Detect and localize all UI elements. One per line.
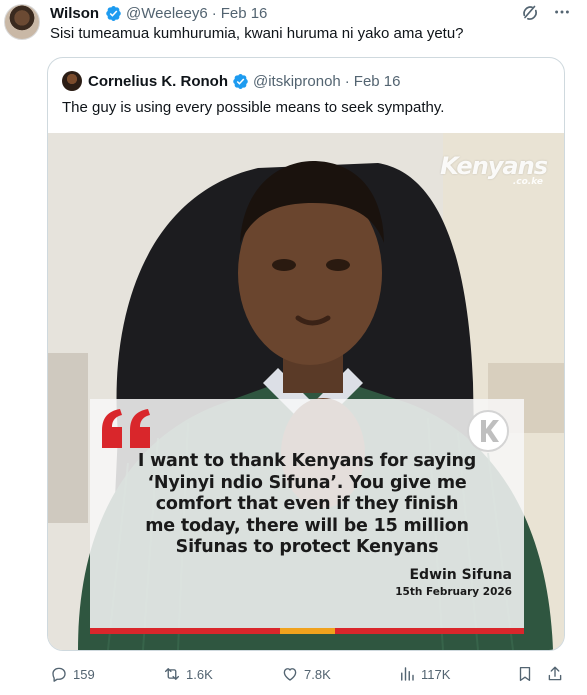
quoted-date[interactable]: Feb 16: [354, 73, 401, 90]
quoted-author-handle[interactable]: @itskipronoh: [253, 73, 341, 90]
tweet[interactable]: Wilson @Weeleey6 · Feb 16 Sisi tumeamua …: [0, 0, 587, 695]
reply-icon: [52, 667, 66, 682]
reply-button[interactable]: 159: [50, 664, 95, 684]
quote-card: I want to thank Kenyans for saying ‘Nyin…: [90, 399, 524, 634]
header-separator: ·: [211, 4, 217, 22]
like-button[interactable]: 7.8K: [281, 664, 331, 684]
tweet-header: Wilson @Weeleey6 · Feb 16: [50, 4, 267, 22]
bookmark-button[interactable]: [516, 664, 534, 684]
quoted-author-name[interactable]: Cornelius K. Ronoh: [88, 73, 228, 90]
watermark-suffix: .co.ke: [512, 177, 543, 187]
color-stripe: [90, 628, 524, 634]
grok-icon[interactable]: [520, 3, 540, 23]
author-handle[interactable]: @Weeleey6: [126, 5, 208, 22]
quote-author: Edwin Sifuna: [409, 567, 512, 583]
quoted-header: Cornelius K. Ronoh @itskipronoh · Feb 16: [88, 72, 400, 90]
kenyans-logo-icon: [467, 410, 509, 452]
quote-text: I want to thank Kenyans for saying ‘Nyin…: [90, 451, 524, 559]
quoted-text: The guy is using every possible means to…: [62, 99, 445, 116]
views-icon: [401, 667, 414, 681]
avatar[interactable]: [4, 4, 40, 40]
like-count: 7.8K: [304, 666, 331, 682]
bookmark-icon: [519, 666, 531, 682]
like-icon: [283, 668, 297, 681]
quoted-avatar[interactable]: [62, 71, 82, 91]
repost-count: 1.6K: [186, 666, 213, 682]
quote-date: 15th February 2026: [395, 586, 512, 598]
quote-line: comfort that even if they finish: [155, 494, 459, 514]
quoted-tweet[interactable]: Cornelius K. Ronoh @itskipronoh · Feb 16…: [47, 57, 565, 651]
repost-icon: [164, 668, 180, 680]
quote-line: I want to thank Kenyans for saying: [137, 451, 477, 471]
tweet-text: Sisi tumeamua kumhurumia, kwani huruma n…: [50, 25, 464, 42]
action-bar: 159 1.6K 7.8K 117K: [50, 664, 570, 684]
views-button[interactable]: 117K: [398, 664, 450, 684]
quote-line: me today, there will be 15 million: [145, 515, 469, 536]
watermark-logo: Kenyans: [440, 152, 548, 180]
share-button[interactable]: [546, 664, 564, 684]
quoted-separator: ·: [344, 72, 350, 90]
verified-icon: [232, 73, 249, 90]
quote-line: Sifunas to protect Kenyans: [175, 537, 439, 557]
views-count: 117K: [421, 666, 451, 682]
author-name[interactable]: Wilson: [50, 5, 99, 22]
quote-image[interactable]: Kenyans .co.ke I want to thank Kenyans f…: [48, 133, 564, 650]
tweet-date[interactable]: Feb 16: [221, 5, 268, 22]
quote-line: ‘Nyinyi ndio Sifuna’. You give me: [147, 472, 467, 493]
verified-icon: [105, 5, 122, 22]
reply-count: 159: [73, 666, 95, 682]
more-icon[interactable]: [551, 1, 573, 23]
quote-mark-icon: [102, 409, 150, 448]
repost-button[interactable]: 1.6K: [163, 664, 213, 684]
share-icon: [548, 666, 562, 681]
